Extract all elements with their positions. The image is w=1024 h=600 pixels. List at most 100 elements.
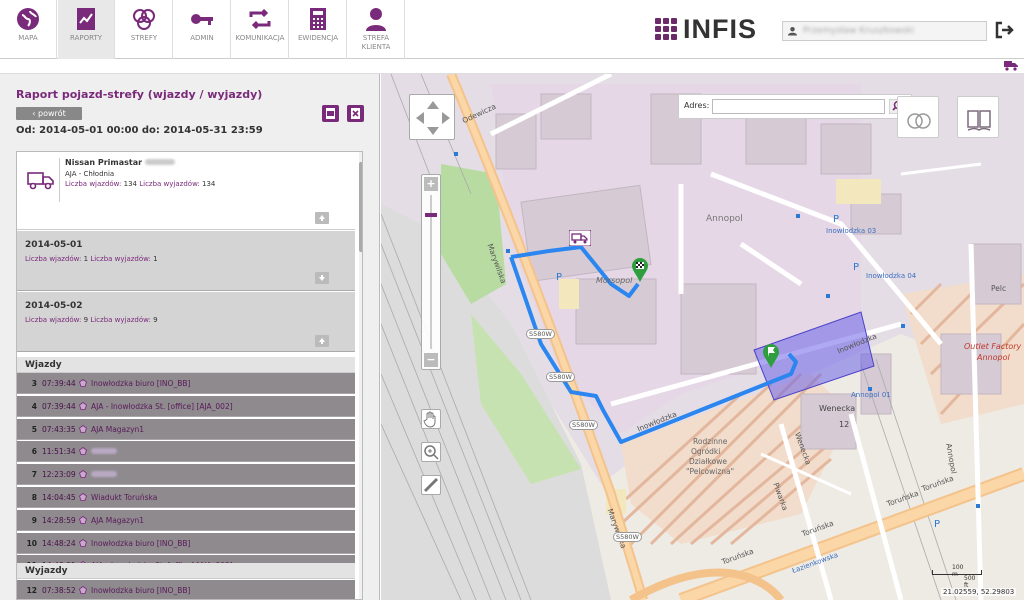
map-canvas[interactable] [381, 74, 1024, 600]
export-xls-icon[interactable] [347, 105, 364, 122]
export-pdf-icon[interactable] [322, 105, 339, 122]
zone-event-row[interactable]: 7 12:23:09 [17, 464, 355, 486]
zoom-slider-handle[interactable] [425, 213, 437, 217]
pan-tool-icon[interactable] [421, 409, 441, 429]
section-entries: Wjazdy [17, 357, 355, 373]
zone-event-row[interactable]: 10 14:48:24 Inowłodzka biuro [INO_BB] [17, 532, 355, 554]
zoom-track[interactable] [430, 195, 432, 349]
truck-icon[interactable] [1004, 60, 1018, 71]
row-zone: Inowłodzka biuro [INO_BB] [91, 379, 191, 388]
report-title: Raport pojazd-strefy (wjazdy / wyjazdy) [16, 88, 263, 101]
nav-strefa-klienta[interactable]: STREFA KLIENTA [348, 0, 405, 59]
row-number: 4 [31, 401, 37, 411]
vehicle-group: AJA - Chłodnia [65, 170, 115, 178]
row-time: 07:39:44 [42, 401, 76, 411]
user-icon [788, 26, 797, 36]
day-date: 2014-05-01 [25, 240, 83, 250]
row-time: 11:51:34 [42, 447, 76, 457]
collapse-button[interactable] [315, 212, 329, 224]
zoom-box-icon[interactable] [421, 442, 441, 462]
row-time: 07:39:44 [42, 379, 76, 388]
list-scrollbar[interactable] [359, 152, 362, 599]
row-time: 07:43:35 [42, 424, 76, 434]
map-label: "Pelcowizna" [686, 467, 735, 476]
zone-pentagon-icon [79, 470, 87, 479]
user-field[interactable]: Przemysław Kruszkowski [782, 21, 987, 41]
parking-label: P [853, 262, 860, 273]
section-exits: Wyjazdy [17, 563, 355, 579]
report-list[interactable]: Nissan Primastar AJA - Chłodnia Liczba w… [16, 151, 363, 600]
measure-icon[interactable] [421, 475, 441, 495]
nav-strefy[interactable]: STREFY [116, 0, 173, 59]
road-shield: S580W [613, 532, 642, 542]
zone-event-row[interactable]: 4 07:39:44 AJA - Inowłodzka St. [office] [… [17, 395, 355, 417]
map-label: Działkowe [689, 457, 727, 466]
calculator-icon [310, 8, 326, 30]
map-label: Pelc [991, 284, 1007, 293]
row-zone: Inowłodzka biuro [INO_BB] [91, 586, 191, 595]
sub-toolbar [0, 59, 1024, 74]
day-group[interactable]: 2014-05-02 Liczba wjazdów: 9 Liczba wyja… [17, 292, 355, 352]
arrow-up-icon [319, 338, 325, 344]
nav-mapa[interactable]: MAPA [0, 0, 57, 59]
nav-label: RAPORTY [69, 34, 102, 42]
back-button[interactable]: ‹ powrót [16, 107, 82, 120]
vehicle-card: Nissan Primastar AJA - Chłodnia Liczba w… [17, 152, 355, 230]
parking-label: P [556, 272, 563, 283]
zone-pentagon-icon [79, 424, 87, 433]
user-icon [366, 8, 386, 31]
day-counts: Liczba wjazdów: 9 Liczba wyjazdów: 9 [25, 316, 158, 324]
zones-icon [133, 9, 155, 30]
zone-pentagon-icon [79, 447, 87, 456]
vehicle-marker-icon[interactable] [569, 230, 591, 246]
map-book-icon[interactable] [957, 96, 999, 138]
nav-komunikacja[interactable]: KOMUNIKACJA [232, 0, 289, 59]
nav-label: EWIDENCJA [297, 34, 339, 42]
zoom-out-icon[interactable]: − [424, 353, 438, 367]
globe-icon [17, 8, 39, 30]
zoom-control[interactable]: + − [421, 174, 441, 370]
nav-ewidencja[interactable]: EWIDENCJA [290, 0, 347, 59]
row-zone [91, 447, 117, 456]
map-label: Annopol [977, 353, 1010, 362]
map-label: Ogródki [691, 447, 721, 456]
nav-admin[interactable]: ADMIN [174, 0, 231, 59]
zone-pentagon-icon [79, 515, 87, 524]
map-label: 12 [839, 420, 850, 429]
zone-event-row[interactable]: 6 11:51:34 [17, 441, 355, 463]
sync-icon [249, 8, 271, 30]
zone-event-row[interactable]: 9 14:28:59 AJA Magazyn1 [17, 509, 355, 531]
map-label: Wenecka [819, 404, 856, 413]
day-group[interactable]: 2014-05-01 Liczba wjazdów: 1 Liczba wyja… [17, 231, 355, 291]
collapse-button[interactable] [315, 335, 329, 347]
zone-event-row[interactable]: 8 14:04:45 Wiadukt Toruńska [17, 487, 355, 508]
address-input[interactable] [712, 99, 885, 114]
row-number: 8 [31, 493, 37, 502]
zone-pentagon-icon [79, 538, 87, 547]
map-view[interactable]: Odewicza Marywilska Marywilska Annopol M… [381, 74, 1024, 600]
arrow-down-icon [319, 275, 325, 281]
logout-icon[interactable] [994, 20, 1014, 40]
zone-event-row[interactable]: 12 07:38:52 Inowłodzka biuro [INO_BB] [17, 580, 355, 599]
layers-icon[interactable] [897, 96, 939, 138]
zoom-in-icon[interactable]: + [424, 177, 438, 191]
map-label: Annopol [706, 214, 743, 224]
row-zone: AJA Magazyn1 [91, 424, 145, 434]
nav-raporty[interactable]: RAPORTY [58, 0, 115, 59]
row-time: 14:28:59 [42, 515, 76, 525]
row-number: 10 [26, 538, 37, 548]
finish-marker-icon[interactable] [632, 258, 648, 282]
row-number: 6 [31, 447, 37, 457]
address-label: Adres: [684, 101, 710, 110]
row-number: 12 [26, 586, 37, 595]
zone-event-row[interactable]: 3 07:39:44 Inowłodzka biuro [INO_BB] [17, 373, 355, 394]
pan-up-icon [427, 101, 439, 109]
pan-control[interactable] [409, 94, 455, 140]
report-panel: Raport pojazd-strefy (wjazdy / wyjazdy) … [0, 74, 380, 600]
zone-event-row[interactable]: 5 07:43:35 AJA Magazyn1 [17, 418, 355, 440]
nav-label: ADMIN [190, 34, 214, 42]
parking-label: P [833, 214, 840, 225]
expand-button[interactable] [315, 272, 329, 284]
start-marker-icon[interactable] [763, 344, 779, 368]
top-navigation-bar: MAPA RAPORTY STREFY ADMIN KOMUNIKACJA EW… [0, 0, 1024, 59]
